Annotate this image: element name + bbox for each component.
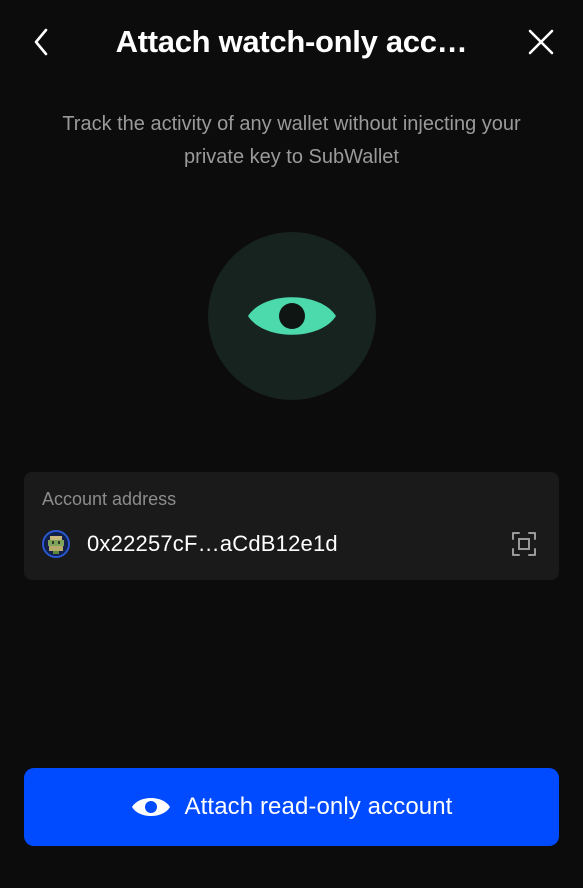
close-icon [528, 29, 554, 55]
attach-watch-only-screen: Attach watch-only acc… Track the activit… [0, 0, 583, 888]
account-address-label: Account address [42, 489, 177, 509]
page-description: Track the activity of any wallet without… [62, 113, 521, 168]
close-button[interactable] [521, 22, 561, 62]
attach-read-only-account-label: Attach read-only account [184, 793, 453, 820]
account-avatar-icon [42, 530, 70, 558]
hero-illustration [208, 232, 376, 400]
back-button[interactable] [22, 22, 62, 62]
account-address-value[interactable]: 0x22257cF…aCdB12e1d [87, 529, 338, 559]
attach-read-only-account-button[interactable]: Attach read-only account [24, 768, 559, 846]
scan-qr-button[interactable] [511, 531, 537, 557]
header: Attach watch-only acc… [0, 0, 583, 84]
chevron-left-icon [34, 28, 48, 56]
scan-qr-icon [512, 532, 536, 556]
account-address-field[interactable]: Account address 0x22257cF…aCdB12e1d [24, 472, 559, 580]
eye-icon [248, 297, 336, 335]
eye-icon [131, 794, 171, 820]
page-title: Attach watch-only acc… [115, 24, 468, 59]
